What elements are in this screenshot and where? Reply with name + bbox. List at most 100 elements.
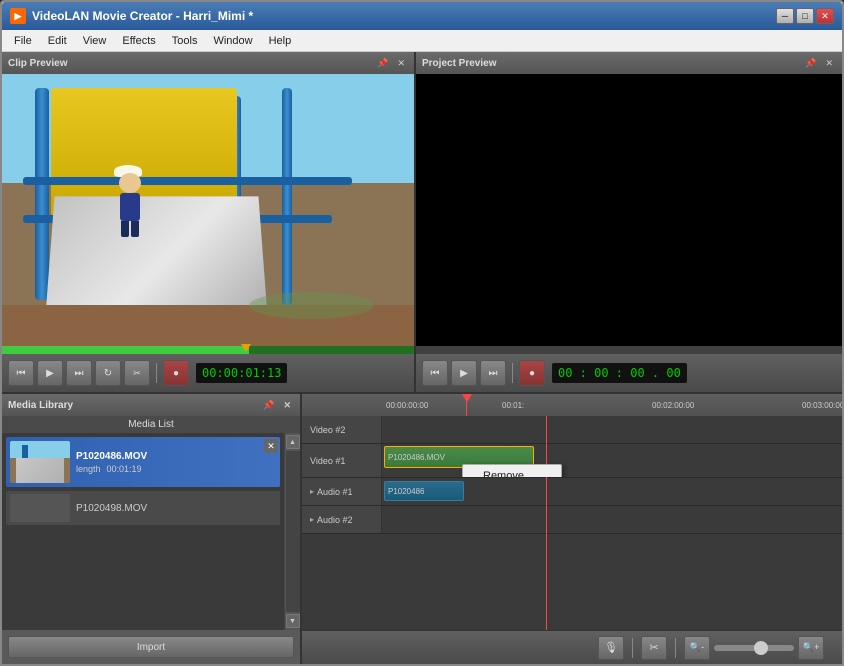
bottom-section: Media Library 📌 ✕ Media List [2, 392, 842, 664]
project-seek-bar[interactable] [416, 346, 842, 354]
clip-time-display: 00:00:01:13 [196, 363, 287, 383]
clip-preview-panel: Clip Preview 📌 ✕ [2, 52, 416, 392]
track-label-audio1-text: Audio #1 [317, 487, 353, 497]
project-preview-pin[interactable]: 📌 [802, 57, 819, 70]
menu-bar: File Edit View Effects Tools Window Help [2, 30, 842, 52]
audio2-arrow: ▸ [310, 515, 314, 524]
track-label-audio1: ▸ Audio #1 [302, 478, 382, 505]
proj-play-btn[interactable]: ▶ [451, 360, 477, 386]
app-icon: ▶ [10, 8, 26, 24]
child-legs [117, 221, 142, 237]
clip-preview-pin[interactable]: 📌 [374, 57, 391, 70]
scroll-up-btn[interactable]: ▲ [286, 435, 300, 449]
track-content-video2[interactable] [382, 416, 842, 443]
track-content-video1[interactable]: P1020486.MOV Remove Mute Unlink Set colo… [382, 444, 842, 477]
cut-btn[interactable]: ✂ [641, 636, 667, 660]
pole-far-right-decoration [282, 88, 292, 306]
ruler-label-0: 00:00:00:00 [386, 401, 428, 410]
proj-time-display: 00 : 00 : 00 . 00 [552, 363, 687, 383]
proj-record-btn[interactable]: ● [519, 360, 545, 386]
window-controls: ─ □ ✕ [776, 8, 834, 24]
track-content-audio1[interactable]: P1020486 [382, 478, 842, 505]
clip-cut-btn[interactable]: ✂ [124, 360, 150, 386]
thumb-slide-1 [16, 458, 64, 483]
media-item-2-info: P1020498.MOV [76, 503, 276, 514]
project-preview-header: Project Preview 📌 ✕ [416, 52, 842, 74]
scroll-down-btn[interactable]: ▼ [286, 614, 300, 628]
child-head [119, 173, 141, 193]
media-thumb-2 [10, 494, 70, 522]
media-item-1[interactable]: P1020486.MOV length 00:01:19 ✕ [6, 437, 280, 487]
audio1-clip-label: P1020486 [388, 487, 424, 496]
zoom-in-btn[interactable]: 🔍+ [798, 636, 824, 660]
pole-decoration [35, 88, 49, 300]
thumb-inner-1 [10, 441, 70, 483]
media-library-pin[interactable]: 📌 [260, 399, 277, 412]
menu-view[interactable]: View [75, 33, 115, 49]
main-content: Clip Preview 📌 ✕ [2, 52, 842, 664]
context-remove[interactable]: Remove [463, 465, 561, 477]
clip-preview-close[interactable]: ✕ [394, 57, 408, 70]
project-preview-title: Project Preview [422, 58, 496, 69]
project-transport-bar: ⏮ ▶ ⏭ ● 00 : 00 : 00 . 00 [416, 354, 842, 392]
clip-play-btn[interactable]: ▶ [37, 360, 63, 386]
timeline-area: 00:00:00:00 00:01: 00:02:00:00 00:03:00:… [302, 394, 842, 664]
playhead-arrow [462, 394, 472, 402]
menu-help[interactable]: Help [261, 33, 300, 49]
import-btn-area: Import [2, 630, 300, 664]
clip-loop-btn[interactable]: ↻ [95, 360, 121, 386]
menu-tools[interactable]: Tools [164, 33, 206, 49]
maximize-button[interactable]: □ [796, 8, 814, 24]
preview-row: Clip Preview 📌 ✕ [2, 52, 842, 392]
media-library: Media Library 📌 ✕ Media List [2, 394, 302, 664]
zoom-thumb[interactable] [754, 641, 768, 655]
proj-transport-sep [512, 363, 513, 383]
track-content-audio2[interactable] [382, 506, 842, 533]
media-thumb-1 [10, 441, 70, 483]
media-item-1-info: P1020486.MOV length 00:01:19 [76, 451, 276, 474]
transport-sep-1 [156, 363, 157, 383]
track-label-video1: Video #1 [302, 444, 382, 477]
menu-edit[interactable]: Edit [40, 33, 75, 49]
project-video-area [416, 74, 842, 346]
toolbar-sep-2 [675, 638, 676, 658]
project-preview-close[interactable]: ✕ [822, 57, 836, 70]
title-bar: ▶ VideoLAN Movie Creator - Harri_Mimi * … [2, 2, 842, 30]
close-button[interactable]: ✕ [816, 8, 834, 24]
import-button[interactable]: Import [8, 636, 294, 658]
media-item-1-length: length 00:01:19 [76, 464, 276, 474]
proj-rewind-btn[interactable]: ⏮ [422, 360, 448, 386]
minimize-button[interactable]: ─ [776, 8, 794, 24]
child-leg-left [121, 221, 129, 237]
video1-clip-label: P1020486.MOV [388, 453, 445, 462]
proj-forward-btn[interactable]: ⏭ [480, 360, 506, 386]
menu-effects[interactable]: Effects [114, 33, 163, 49]
clip-record-btn[interactable]: ● [163, 360, 189, 386]
menu-file[interactable]: File [6, 33, 40, 49]
media-library-close[interactable]: ✕ [280, 399, 294, 412]
project-preview-controls: 📌 ✕ [802, 57, 836, 70]
zoom-out-btn[interactable]: 🔍- [684, 636, 710, 660]
audio1-clip[interactable]: P1020486 [384, 481, 464, 501]
child-leg-right [131, 221, 139, 237]
clip-rewind-btn[interactable]: ⏮ [8, 360, 34, 386]
window-title: VideoLAN Movie Creator - Harri_Mimi * [32, 9, 776, 23]
menu-window[interactable]: Window [205, 33, 260, 49]
scroll-track[interactable] [286, 451, 300, 612]
context-menu: Remove Mute Unlink Set color [462, 464, 562, 477]
zoom-slider[interactable] [714, 645, 794, 651]
clip-forward-btn[interactable]: ⏭ [66, 360, 92, 386]
clip-video-area [2, 74, 414, 346]
media-item-1-filename: P1020486.MOV [76, 451, 276, 462]
media-item-1-remove[interactable]: ✕ [264, 439, 278, 453]
clip-preview-header: Clip Preview 📌 ✕ [2, 52, 414, 74]
media-list-scrollbar: ▲ ▼ [284, 433, 300, 630]
track-label-video1-text: Video #1 [310, 456, 345, 466]
track-label-audio2: ▸ Audio #2 [302, 506, 382, 533]
track-label-video2: Video #2 [302, 416, 382, 443]
media-list: P1020486.MOV length 00:01:19 ✕ [2, 433, 284, 630]
media-item-2[interactable]: P1020498.MOV [6, 491, 280, 525]
mic-btn[interactable]: 🎙 [598, 636, 624, 660]
clip-seek-bar[interactable] [2, 346, 414, 354]
track-row-video1: Video #1 P1020486.MOV Remove Mute Unlink [302, 444, 842, 478]
